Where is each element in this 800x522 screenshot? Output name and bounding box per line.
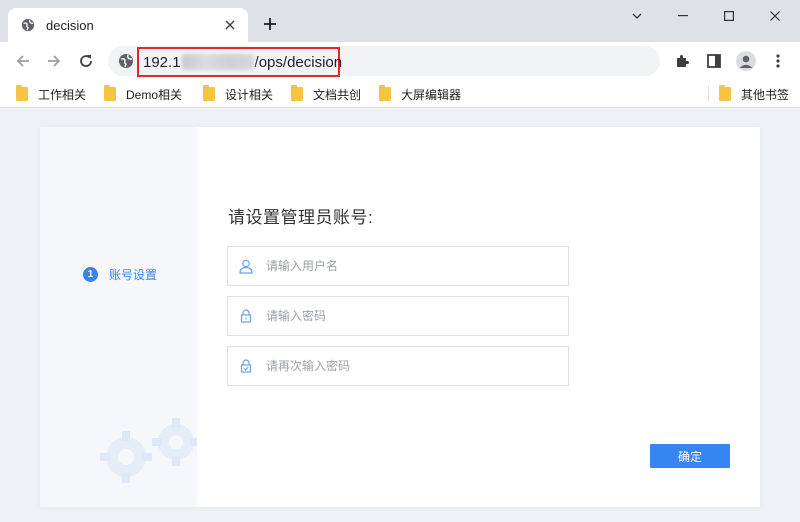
extensions-puzzle-icon[interactable] [671,50,693,72]
folder-icon [104,85,116,101]
folder-icon [291,85,303,101]
new-tab-button[interactable] [258,12,282,36]
redacted-url-segment [181,53,254,70]
close-tab-icon[interactable] [222,17,238,33]
steps-sidebar: 1 账号设置 [40,127,197,507]
minimize-icon[interactable] [660,0,706,32]
bookmark-label: 工作相关 [38,87,87,102]
tab-title: decision [46,17,94,33]
bookmark-folder[interactable]: 大屏编辑器 [379,84,461,104]
side-panel-icon[interactable] [703,50,725,72]
folder-icon [719,85,731,101]
bookmark-label: 设计相关 [225,87,274,102]
bookmarks-bar: 工作相关 Demo相关 设计相关 文档共创 大屏编辑器 其他书签 [0,80,800,108]
username-input[interactable] [266,259,546,273]
username-field[interactable] [227,246,569,286]
site-info-globe-icon[interactable] [118,53,134,69]
maximize-icon[interactable] [706,0,752,32]
password-field[interactable] [227,296,569,336]
back-arrow-icon[interactable] [12,50,34,72]
confirm-password-input[interactable] [266,359,546,373]
gears-decoration-icon [100,418,197,483]
url-suffix: /ops/decision [254,53,343,71]
close-window-icon[interactable] [752,0,798,32]
browser-tab[interactable]: decision [8,8,248,42]
tab-search-chevron-icon[interactable] [614,0,660,32]
other-bookmarks-label: 其他书签 [741,87,790,102]
reload-icon[interactable] [75,50,97,72]
setup-wizard-card: 1 账号设置 请设置管理员账号: 请输入用户名 确定 [40,127,760,507]
user-icon [237,257,255,275]
confirm-password-field[interactable] [227,346,569,386]
other-bookmarks-folder[interactable]: 其他书签 [719,84,789,104]
bookmarks-divider [708,86,709,102]
confirm-button[interactable]: 确定 [650,444,730,468]
lock-check-icon [237,357,255,375]
bookmark-folder[interactable]: 文档共创 [291,84,361,104]
bookmark-label: 大屏编辑器 [401,87,462,102]
password-input[interactable] [266,309,546,323]
bookmark-label: Demo相关 [126,87,183,102]
forward-arrow-icon[interactable] [43,50,65,72]
step-number-badge: 1 [83,267,98,282]
bookmark-folder[interactable]: 工作相关 [16,84,86,104]
browser-menu-icon[interactable] [767,50,789,72]
folder-icon [16,85,28,101]
browser-toolbar: 192.1/ops/decision [0,42,800,80]
form-title: 请设置管理员账号: [228,208,374,227]
step-label: 账号设置 [109,268,158,282]
address-bar[interactable]: 192.1/ops/decision [108,46,660,77]
folder-icon [379,85,391,101]
page-viewport: 1 账号设置 请设置管理员账号: 请输入用户名 确定 [0,108,800,522]
url-prefix: 192.1 [143,53,181,71]
step-account-settings: 1 账号设置 [83,266,157,283]
url-text[interactable]: 192.1/ops/decision [143,53,343,71]
url-highlight-box: 192.1/ops/decision [137,47,343,77]
folder-icon [203,85,215,101]
bookmark-folder[interactable]: 设计相关 [203,84,273,104]
bookmark-folder[interactable]: Demo相关 [104,84,182,104]
globe-icon [20,17,36,33]
profile-avatar-icon[interactable] [735,50,757,72]
lock-icon [237,307,255,325]
bookmark-label: 文档共创 [313,87,362,102]
browser-tab-strip: decision [0,0,800,42]
